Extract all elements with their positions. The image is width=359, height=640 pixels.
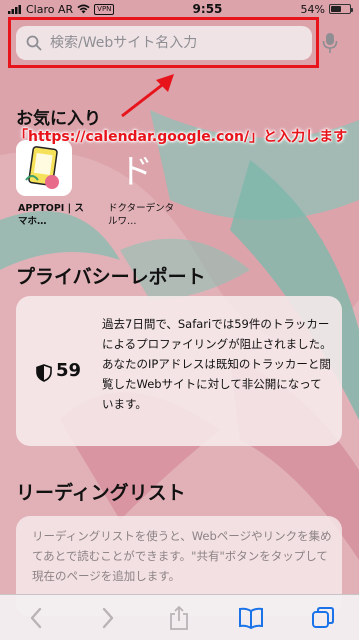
share-icon — [170, 605, 189, 630]
annotation-arrow-icon — [121, 74, 174, 118]
vpn-badge: VPN — [94, 3, 115, 15]
privacy-report-title: プライバシーレポート — [16, 266, 206, 288]
battery-icon — [329, 4, 353, 14]
bottom-toolbar — [0, 594, 359, 640]
apptopi-icon — [16, 140, 72, 196]
back-icon — [30, 607, 42, 628]
back-button[interactable] — [22, 604, 50, 632]
status-bar: Claro AR VPN 9:55 54% — [0, 0, 359, 18]
microphone-icon[interactable] — [322, 32, 338, 54]
status-left: Claro AR VPN — [8, 2, 115, 16]
privacy-report-card[interactable]: 59 過去7日間で、Safariでは59件のトラッカーによるプロファイリングが阻… — [16, 296, 342, 446]
search-highlight-box — [8, 17, 319, 68]
bookmarks-icon — [239, 607, 264, 629]
tracker-count: 59 — [56, 360, 82, 381]
bookmarks-button[interactable] — [237, 604, 265, 632]
privacy-report-text: 過去7日間で、Safariでは59件のトラッカーによるプロファイリングが阻止され… — [102, 317, 332, 411]
forward-icon — [102, 607, 113, 628]
favorite-label-apptopi: APPTOPI | スマホ… — [18, 203, 84, 227]
favorite-tile-apptopi[interactable] — [16, 140, 72, 196]
favorite-tile-doctor-dental[interactable]: ド — [108, 140, 164, 196]
wifi-icon — [77, 4, 90, 14]
status-time: 9:55 — [192, 2, 223, 16]
reading-list-text: リーディングリストを使うと、Webページやリンクを集めてあとで読むことができます… — [32, 529, 332, 583]
carrier-label: Claro AR — [26, 2, 74, 16]
status-right: 54% — [300, 2, 353, 16]
doctor-dental-icon: ド — [119, 151, 153, 192]
signal-icon — [8, 4, 21, 14]
forward-button[interactable] — [94, 604, 122, 632]
tabs-button[interactable] — [309, 604, 337, 632]
shield-icon — [36, 364, 52, 382]
tabs-icon — [312, 606, 335, 628]
battery-percent: 54% — [300, 2, 325, 16]
reading-list-title: リーディングリスト — [16, 482, 186, 504]
favorite-label-doctor-dental: ドクターデンタルワ… — [108, 203, 175, 227]
share-button[interactable] — [165, 604, 193, 632]
annotation-text: 「https://calendar.google.con/」と入力します — [14, 129, 348, 145]
battery-level — [331, 6, 341, 12]
